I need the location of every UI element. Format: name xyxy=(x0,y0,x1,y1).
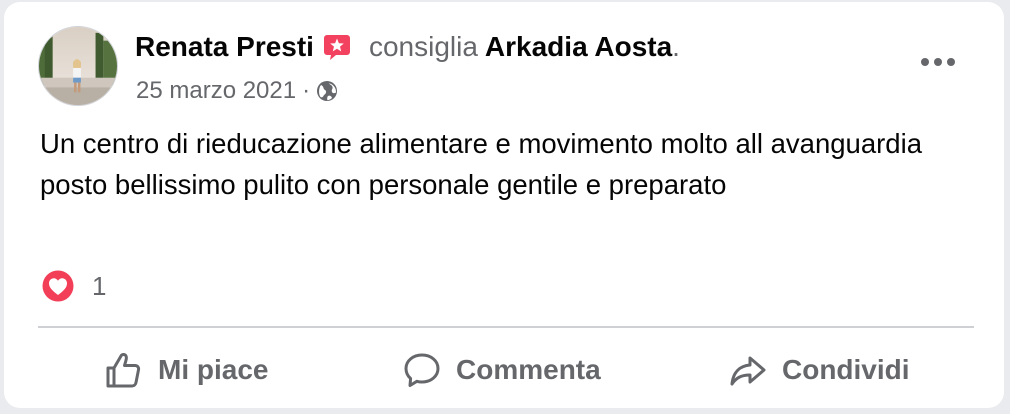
thumbs-up-icon xyxy=(106,353,141,388)
recommends-text: consiglia xyxy=(368,31,478,62)
globe-icon[interactable] xyxy=(316,80,338,102)
avatar-photo xyxy=(39,27,117,105)
love-reaction-icon xyxy=(41,269,75,303)
more-options-button[interactable] xyxy=(918,48,958,76)
recommended-page-name[interactable]: Arkadia Aosta xyxy=(485,31,672,63)
like-button[interactable]: Mi piace xyxy=(104,346,268,394)
header-period: . xyxy=(672,31,680,62)
post-body-text: Un centro di rieducazione alimentare e m… xyxy=(40,128,923,200)
author-avatar[interactable] xyxy=(38,26,118,106)
share-arrow-icon xyxy=(730,356,766,386)
reaction-count: 1 xyxy=(92,270,107,301)
post-header: Renata Presti consiglia Arkadia Aosta . xyxy=(135,29,680,65)
share-button[interactable]: Condividi xyxy=(728,346,910,394)
post-date[interactable]: 25 marzo 2021 xyxy=(136,77,296,105)
meta-separator: · xyxy=(302,77,311,104)
post-meta: 25 marzo 2021 · xyxy=(136,76,338,106)
like-label: Mi piace xyxy=(158,354,269,385)
more-options-icon xyxy=(921,58,955,66)
comment-button[interactable]: Commenta xyxy=(402,346,601,394)
review-post-card: Renata Presti consiglia Arkadia Aosta . … xyxy=(4,2,1004,408)
share-label: Condividi xyxy=(782,354,910,385)
reactions-summary[interactable]: 1 xyxy=(40,268,106,304)
comment-label: Commenta xyxy=(456,354,601,385)
actions-divider xyxy=(38,326,974,328)
author-name[interactable]: Renata Presti xyxy=(135,31,314,63)
recommend-star-icon xyxy=(322,32,352,62)
comment-bubble-icon xyxy=(404,353,440,387)
